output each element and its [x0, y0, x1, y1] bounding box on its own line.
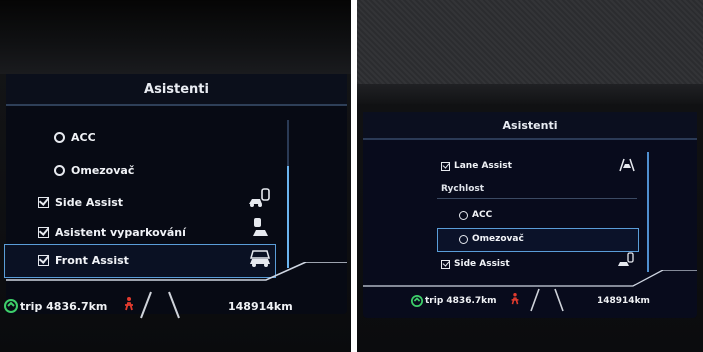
menu-item-label: Lane Assist: [454, 161, 512, 171]
radio-icon: [459, 234, 468, 244]
section-header-rychlost: Rychlost: [441, 184, 485, 194]
left-photo: Asistenti ACC Omezovač Side Assist Asist…: [0, 0, 351, 352]
odometer: 148914km: [597, 296, 650, 306]
right-photo: Asistenti Lane Assist Rychlost ACC Omezo…: [357, 0, 703, 352]
menu-item-lane-assist[interactable]: Lane Assist: [441, 157, 512, 175]
odometer: 148914km: [228, 299, 293, 313]
menu-item-label: ACC: [71, 130, 96, 144]
dashboard-bezel: [357, 0, 703, 104]
side-assist-icon: [249, 188, 270, 207]
menu-item-acc[interactable]: ACC: [459, 206, 492, 224]
checkbox-icon: [38, 196, 49, 208]
menu-item-label: ACC: [472, 210, 493, 220]
side-assist-icon: [618, 252, 634, 266]
instrument-display: Asistenti ACC Omezovač Side Assist Asist…: [4, 74, 347, 314]
scrollbar-thumb[interactable]: [287, 166, 289, 268]
section-divider: [437, 198, 637, 199]
menu-item-label: Omezovač: [71, 163, 135, 177]
menu-item-acc[interactable]: ACC: [54, 125, 96, 149]
menu-item-side-assist[interactable]: Side Assist: [38, 190, 123, 214]
dashboard-bezel: [0, 0, 351, 74]
status-bar: trip 4836.7km 148914km: [357, 288, 703, 314]
screen-title: Asistenti: [363, 112, 697, 140]
trip-distance: trip 4836.7km: [425, 296, 497, 306]
checkbox-icon: [441, 161, 450, 171]
screen-title: Asistenti: [6, 74, 347, 106]
pedestrian-warning-icon: [125, 297, 133, 311]
menu-item-label: Side Assist: [55, 195, 124, 209]
radio-icon: [54, 131, 65, 143]
lane-lines-icon: [140, 291, 180, 319]
eco-icon: [411, 295, 423, 307]
menu-item-asistent-vyparkovani[interactable]: Asistent vyparkování: [38, 220, 186, 244]
trip-distance: trip 4836.7km: [20, 299, 108, 313]
menu-item-label: Side Assist: [454, 259, 510, 269]
menu-item-omezovac[interactable]: Omezovač: [54, 158, 134, 182]
checkbox-icon: [441, 259, 450, 269]
scrollbar-thumb[interactable]: [647, 152, 649, 272]
scrollbar[interactable]: [287, 120, 289, 268]
lane-assist-icon: [619, 158, 635, 172]
menu-item-omezovac[interactable]: Omezovač: [459, 230, 524, 248]
pedestrian-warning-icon: [511, 293, 519, 305]
scrollbar[interactable]: [647, 152, 649, 272]
menu-item-label: Asistent vyparkování: [55, 225, 186, 239]
menu-item-label: Omezovač: [472, 234, 524, 244]
eco-icon: [4, 299, 18, 313]
radio-icon: [54, 164, 65, 176]
radio-icon: [459, 210, 468, 220]
checkbox-icon: [38, 226, 49, 238]
status-bar: trip 4836.7km 148914km: [0, 290, 351, 322]
lane-lines-icon: [530, 288, 564, 312]
exit-warning-icon: [253, 218, 268, 236]
